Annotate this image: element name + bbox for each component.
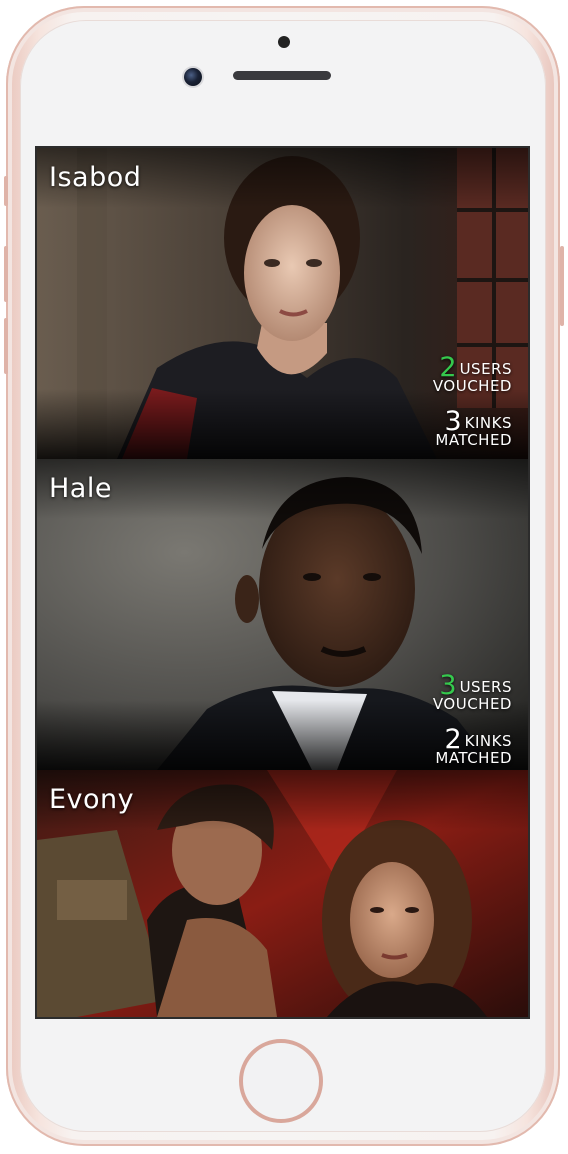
matched-label: MATCHED <box>435 431 512 449</box>
kinks-matched-stat: 3 KINKS MATCHED <box>433 408 512 448</box>
profile-card-evony[interactable]: Evony <box>37 770 528 1017</box>
volume-down-button <box>4 318 8 374</box>
profile-card-isabod[interactable]: Isabod 2 USERS VOUCHED 3 KINKS MATCHED <box>37 148 528 459</box>
profile-card-hale[interactable]: Hale 3 USERS VOUCHED 2 KINKS MATCHED <box>37 459 528 770</box>
users-vouched-stat: 2 USERS VOUCHED <box>433 354 512 394</box>
users-label: USERS <box>459 678 512 696</box>
vouched-label: VOUCHED <box>432 695 512 713</box>
users-vouched-stat: 3 USERS VOUCHED <box>433 672 512 712</box>
front-camera-icon <box>184 68 202 86</box>
profile-name: Isabod <box>49 162 142 193</box>
profile-stats: 3 USERS VOUCHED 2 KINKS MATCHED <box>433 672 512 770</box>
users-label: USERS <box>459 360 512 378</box>
kinks-label: KINKS <box>464 732 512 750</box>
volume-up-button <box>4 246 8 302</box>
profile-name: Evony <box>49 784 135 815</box>
kinks-label: KINKS <box>464 414 512 432</box>
kinks-matched-stat: 2 KINKS MATCHED <box>433 726 512 766</box>
power-button <box>560 246 564 326</box>
profile-name: Hale <box>49 473 112 504</box>
proximity-sensor <box>278 36 290 48</box>
vouched-label: VOUCHED <box>432 377 512 395</box>
home-button[interactable] <box>239 1039 323 1123</box>
earpiece-speaker <box>233 71 331 80</box>
matched-label: MATCHED <box>435 749 512 767</box>
profile-stats: 2 USERS VOUCHED 3 KINKS MATCHED <box>433 354 512 459</box>
mute-switch <box>4 176 8 206</box>
app-screen: Isabod 2 USERS VOUCHED 3 KINKS MATCHED H… <box>35 146 530 1019</box>
